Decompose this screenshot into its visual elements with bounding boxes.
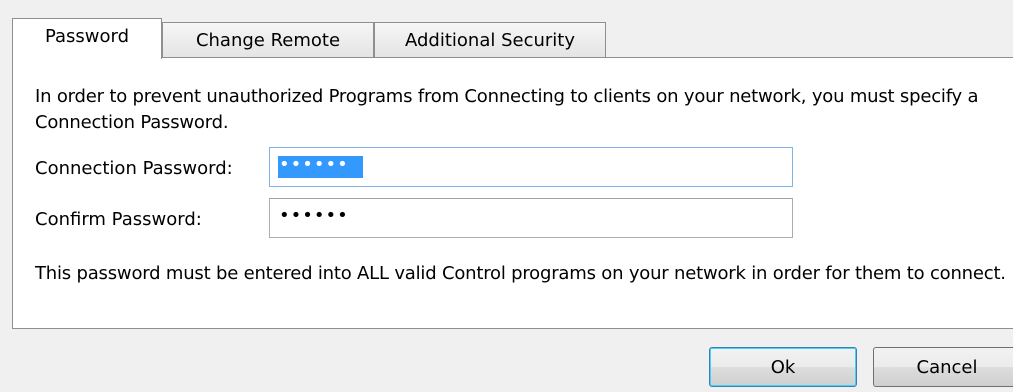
- tab-additional-security[interactable]: Additional Security: [374, 22, 606, 57]
- ok-button[interactable]: Ok: [709, 347, 857, 387]
- confirm-password-value: ••••••: [279, 205, 349, 226]
- intro-text: In order to prevent unauthorized Program…: [35, 86, 979, 133]
- tab-change-remote[interactable]: Change Remote: [162, 22, 374, 57]
- tab-password[interactable]: Password: [12, 18, 162, 59]
- password-tab-panel: In order to prevent unauthorized Program…: [12, 57, 1013, 329]
- cancel-button[interactable]: Cancel: [873, 347, 1013, 387]
- note-text: This password must be entered into ALL v…: [35, 263, 1006, 284]
- connection-password-label: Connection Password:: [35, 158, 233, 179]
- confirm-password-label: Confirm Password:: [35, 209, 202, 230]
- tab-strip: Password Change Remote Additional Securi…: [12, 18, 1013, 59]
- connection-password-value: ••••••: [279, 154, 349, 175]
